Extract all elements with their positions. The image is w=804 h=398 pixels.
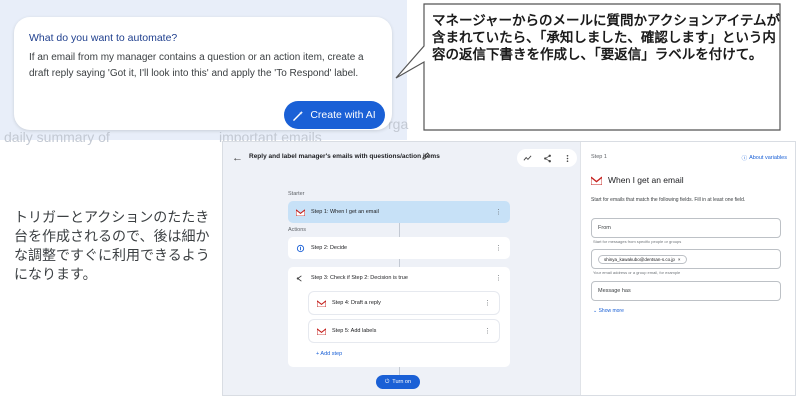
flow-editor: ← Reply and label manager's emails with … xyxy=(222,141,796,396)
chevron-down-icon: ⌄ xyxy=(593,308,598,314)
panel-step-label: Step 1 xyxy=(591,154,607,160)
show-more-label: Show more xyxy=(598,308,624,314)
actions-label: Actions xyxy=(288,227,307,233)
step-5[interactable]: Step 5: Add labels ⋮ xyxy=(309,320,499,342)
branch-icon xyxy=(296,274,305,283)
step-3[interactable]: Step 3: Check if Step 2: Decision is tru… xyxy=(288,267,510,289)
to-field[interactable]: shinya_kawakubo@dentsan-s.co.jp × xyxy=(591,249,781,269)
turn-on-button[interactable]: ⏻ Turn on xyxy=(376,375,420,389)
decide-icon xyxy=(296,244,305,253)
activity-icon[interactable] xyxy=(523,154,532,163)
close-icon[interactable]: × xyxy=(678,257,681,262)
pencil-icon[interactable] xyxy=(421,151,431,161)
step-1-label: Step 1: When I get an email xyxy=(311,209,379,215)
more-vert-icon[interactable]: ⋮ xyxy=(484,327,491,335)
gmail-icon xyxy=(317,327,326,336)
toolbar xyxy=(517,149,577,167)
more-vert-icon[interactable]: ⋮ xyxy=(495,244,502,252)
step-3-label: Step 3: Check if Step 2: Decision is tru… xyxy=(311,275,408,281)
prompt-input[interactable]: If an email from my manager contains a q… xyxy=(29,50,374,81)
about-variables-link[interactable]: ⓘ About variables xyxy=(742,154,787,162)
callout-text: マネージャーからのメールに質問かアクションアイテムが含まれていたら、「承知しまし… xyxy=(432,13,781,62)
panel-title: When I get an email xyxy=(591,175,684,185)
to-chip[interactable]: shinya_kawakubo@dentsan-s.co.jp × xyxy=(598,254,687,264)
prompt-question: What do you want to automate? xyxy=(29,32,178,44)
ghost-suggestion-left: daily summary of xyxy=(4,129,110,145)
add-step-link[interactable]: + Add step xyxy=(316,351,342,357)
panel-title-text: When I get an email xyxy=(608,175,684,185)
from-label: From xyxy=(598,225,611,231)
power-icon: ⏻ xyxy=(384,378,390,385)
step-5-label: Step 5: Add labels xyxy=(332,328,377,334)
show-more-link[interactable]: ⌄ Show more xyxy=(593,308,624,314)
gmail-icon xyxy=(317,299,326,308)
flow-title: Reply and label manager's emails with qu… xyxy=(249,153,440,160)
caption-text: トリガーとアクションのたたき台を作成されるので、後は細かな調整ですぐに利用できる… xyxy=(14,209,210,282)
step-2[interactable]: Step 2: Decide ⋮ xyxy=(288,237,510,259)
to-hint: Your email address or a group email, for… xyxy=(593,270,681,275)
starter-label: Starter xyxy=(288,191,305,197)
info-icon: ⓘ xyxy=(741,156,748,162)
more-vert-icon[interactable]: ⋮ xyxy=(484,299,491,307)
share-icon[interactable] xyxy=(543,154,552,163)
prompt-card[interactable]: What do you want to automate? If an emai… xyxy=(14,17,392,130)
more-vert-icon[interactable] xyxy=(563,154,572,163)
gmail-icon xyxy=(591,176,602,185)
more-vert-icon[interactable]: ⋮ xyxy=(495,208,502,216)
create-with-ai-label: Create with AI xyxy=(310,109,376,121)
from-hint: Start for messages from specific people … xyxy=(593,239,682,244)
more-vert-icon[interactable]: ⋮ xyxy=(495,274,502,282)
step-2-label: Step 2: Decide xyxy=(311,245,348,251)
gmail-icon xyxy=(296,208,305,217)
back-arrow-icon[interactable]: ← xyxy=(232,152,243,164)
message-has-field[interactable]: Message has xyxy=(591,281,781,301)
step-config-panel: Step 1 ⓘ About variables When I get an e… xyxy=(580,142,795,395)
panel-description: Start for emails that match the followin… xyxy=(591,197,746,203)
from-field[interactable]: From xyxy=(591,218,781,238)
about-variables-label: About variables xyxy=(749,155,787,161)
message-has-label: Message has xyxy=(598,288,631,294)
turn-on-label: Turn on xyxy=(392,379,412,385)
wand-icon xyxy=(293,110,304,121)
step-4[interactable]: Step 4: Draft a reply ⋮ xyxy=(309,292,499,314)
to-chip-text: shinya_kawakubo@dentsan-s.co.jp xyxy=(604,256,675,262)
step-4-label: Step 4: Draft a reply xyxy=(332,300,381,306)
step-1[interactable]: Step 1: When I get an email ⋮ xyxy=(288,201,510,223)
